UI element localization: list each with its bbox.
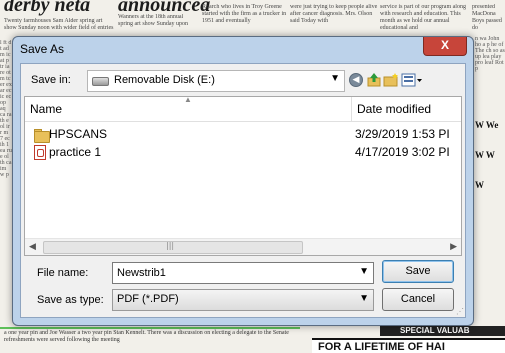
- dialog-client-area: Save in: Removable Disk (E:) ▼ ◀ Name ▲ …: [20, 63, 466, 318]
- save-in-value: Removable Disk (E:): [114, 74, 215, 86]
- newspaper-column: Wanners at the 18th annual spring art sh…: [118, 14, 188, 27]
- new-folder-button[interactable]: [383, 72, 399, 88]
- file-name: practice 1: [49, 145, 102, 159]
- horizontal-scrollbar[interactable]: ◀ ||| ▶: [25, 238, 461, 255]
- removable-disk-icon: [92, 77, 109, 86]
- newspaper-column: Roarch who lives in Troy Greene started …: [202, 4, 287, 24]
- file-name-input[interactable]: [117, 265, 342, 280]
- headline-left: derby neta: [4, 0, 91, 16]
- save-in-label: Save in:: [31, 74, 71, 86]
- save-type-dropdown[interactable]: PDF (*.PDF) ▼: [112, 289, 374, 311]
- column-date-label: Date modified: [357, 102, 432, 116]
- file-list-header: Name ▲ Date modified: [25, 95, 461, 122]
- view-menu-icon: [401, 73, 422, 87]
- file-date: 3/29/2019 1:53 PI: [355, 127, 450, 141]
- save-type-label: Save as type:: [37, 294, 104, 306]
- save-button[interactable]: Save: [382, 260, 454, 283]
- file-list[interactable]: Name ▲ Date modified HPSCANS 3/29/2019 1…: [24, 95, 465, 256]
- file-name-label: File name:: [37, 267, 89, 279]
- newspaper-column: presented MacDona Boys passed do: [472, 4, 502, 31]
- back-arrow-icon: ◀: [349, 73, 363, 87]
- save-type-value: PDF (*.PDF): [117, 293, 179, 305]
- file-date: 4/17/2019 3:02 PI: [355, 145, 450, 159]
- save-in-dropdown[interactable]: Removable Disk (E:) ▼: [87, 70, 345, 92]
- list-item[interactable]: HPSCANS 3/29/2019 1:53 PI: [25, 125, 465, 143]
- dialog-title: Save As: [20, 42, 65, 56]
- newspaper-bottom-column: a one year pin and Joe Wasser a two year…: [4, 330, 289, 343]
- back-button[interactable]: ◀: [348, 72, 364, 88]
- close-button[interactable]: X: [423, 37, 467, 56]
- close-icon: X: [440, 38, 449, 52]
- scrollbar-thumb[interactable]: |||: [43, 241, 303, 254]
- chevron-down-icon: ▼: [359, 293, 369, 304]
- save-as-dialog: Save As X Save in: Removable Disk (E:) ▼…: [12, 36, 474, 326]
- lifetime-ad: FOR A LIFETIME OF HAI: [312, 338, 505, 353]
- newspaper-left-margin: l ft d t ad m ic at p tr ia re ot m tc e…: [0, 40, 12, 178]
- file-name: HPSCANS: [49, 127, 108, 141]
- dialog-title-bar[interactable]: Save As X: [13, 37, 473, 63]
- chevron-down-icon[interactable]: ▼: [359, 266, 369, 277]
- list-item[interactable]: practice 1 4/17/2019 3:02 PI: [25, 143, 465, 161]
- column-name-label: Name: [30, 102, 63, 116]
- cancel-button[interactable]: Cancel: [382, 288, 454, 311]
- green-rule: [0, 327, 300, 329]
- pdf-icon: [33, 145, 47, 160]
- column-header-date[interactable]: Date modified: [352, 97, 452, 121]
- new-folder-icon: [383, 73, 398, 87]
- sort-up-icon: ▲: [184, 95, 192, 104]
- save-in-row: Save in: Removable Disk (E:) ▼ ◀: [21, 64, 465, 96]
- view-menu-button[interactable]: [401, 72, 423, 88]
- file-name-combo[interactable]: ▼: [112, 262, 374, 284]
- special-value-ad: SPECIAL VALUAB: [380, 326, 505, 336]
- scroll-left-icon[interactable]: ◀: [29, 241, 36, 252]
- chevron-down-icon: ▼: [330, 73, 340, 84]
- grip-icon: |||: [166, 241, 175, 250]
- resize-grip-icon[interactable]: ⋰: [456, 307, 464, 316]
- newspaper-right-headers: W We W W W: [475, 120, 499, 190]
- up-one-level-button[interactable]: [366, 72, 382, 88]
- up-folder-icon: [367, 73, 381, 87]
- newspaper-column: were just trying to keep people alive af…: [290, 4, 378, 24]
- newspaper-column: service is part of our program along wit…: [380, 4, 466, 31]
- folder-icon: [33, 127, 50, 143]
- scroll-right-icon[interactable]: ▶: [450, 241, 457, 252]
- newspaper-right-column: n wa John ho a p he of The ch so as up l…: [475, 36, 505, 72]
- column-header-name[interactable]: Name ▲: [25, 95, 352, 121]
